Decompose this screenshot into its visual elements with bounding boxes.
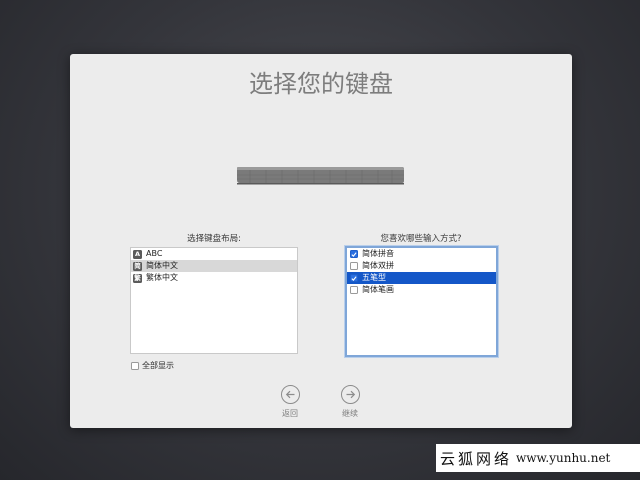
layout-section-label: 选择键盘布局:	[187, 234, 241, 244]
input-method-label: 五笔型	[362, 273, 386, 282]
stroke-checkbox[interactable]	[350, 286, 358, 294]
input-method-label: 简体双拼	[362, 261, 394, 270]
show-all-checkbox[interactable]	[131, 361, 139, 370]
input-section-label: 您喜欢哪些输入方式?	[380, 234, 462, 244]
pinyin-checkbox[interactable]	[350, 250, 358, 258]
shuangpin-checkbox[interactable]	[350, 262, 358, 270]
arrow-left-circle-icon[interactable]	[280, 385, 300, 404]
abc-layout-icon: A	[133, 249, 142, 259]
keyboard-illustration	[236, 164, 406, 190]
checkmark-icon	[351, 251, 357, 257]
setup-panel: 选择您的键盘 选择键盘布局: 您喜欢哪些输入方式? A ABC 简 简体中文 繁…	[70, 54, 572, 428]
input-method-item-pinyin[interactable]: 简体拼音	[347, 248, 496, 260]
back-button[interactable]: 返回	[270, 385, 310, 419]
simplified-chinese-layout-icon: 简	[133, 261, 142, 271]
watermark-brand: 云狐网络	[440, 449, 513, 468]
arrow-right-circle-icon[interactable]	[340, 385, 360, 404]
layout-item-label: ABC	[146, 249, 163, 258]
input-method-label: 简体笔画	[362, 285, 394, 294]
input-method-label: 简体拼音	[362, 249, 394, 258]
input-method-item-wubi[interactable]: 五笔型	[347, 272, 496, 284]
input-method-list[interactable]: 简体拼音 简体双拼 五笔型 简体笔画	[345, 246, 498, 357]
layout-item-label: 繁体中文	[146, 273, 178, 282]
site-watermark: 云狐网络 www.yunhu.net	[436, 444, 640, 472]
layout-item-label: 简体中文	[146, 261, 178, 270]
layout-item-simplified-chinese[interactable]: 简 简体中文	[131, 260, 297, 272]
keyboard-layout-list[interactable]: A ABC 简 简体中文 繁 繁体中文	[130, 247, 298, 354]
watermark-url: www.yunhu.net	[516, 451, 611, 465]
layout-item-traditional-chinese[interactable]: 繁 繁体中文	[131, 272, 297, 284]
show-all-label: 全部显示	[142, 361, 174, 370]
checkmark-icon	[351, 275, 357, 281]
input-method-item-stroke[interactable]: 简体笔画	[347, 284, 496, 296]
input-method-item-shuangpin[interactable]: 简体双拼	[347, 260, 496, 272]
page-title: 选择您的键盘	[249, 70, 393, 98]
wubi-checkbox[interactable]	[350, 274, 358, 282]
continue-button[interactable]: 继续	[330, 385, 370, 419]
continue-label: 继续	[342, 409, 358, 418]
layout-item-abc[interactable]: A ABC	[131, 248, 297, 260]
back-label: 返回	[282, 409, 298, 418]
show-all-option[interactable]: 全部显示	[131, 360, 174, 371]
traditional-chinese-layout-icon: 繁	[133, 273, 142, 283]
